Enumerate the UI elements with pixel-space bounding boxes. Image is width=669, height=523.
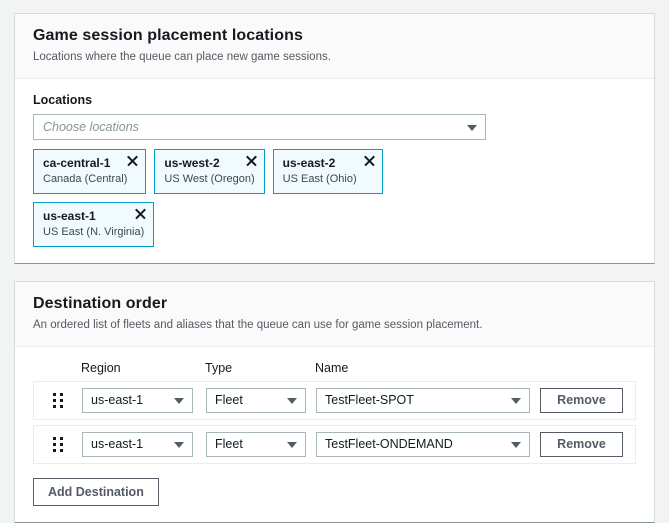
location-token-name: US West (Oregon) [164,173,254,187]
chevron-down-icon [467,125,477,131]
location-token-code: us-west-2 [164,156,254,171]
drag-handle-icon[interactable] [34,393,82,408]
add-destination-button[interactable]: Add Destination [33,478,159,506]
location-token[interactable]: us-east-2 US East (Ohio) [273,149,383,194]
location-token-name: US East (N. Virginia) [43,226,144,240]
location-token-code: us-east-1 [43,209,144,224]
destination-region-value: us-east-1 [91,393,143,407]
locations-field-label: Locations [33,93,636,107]
destination-table-header: Region Type Name [33,361,636,381]
destination-region-value: us-east-1 [91,437,143,451]
location-token-code: us-east-2 [283,156,373,171]
destination-panel-title: Destination order [33,294,636,314]
chevron-down-icon [287,398,297,404]
destination-name-select[interactable]: TestFleet-ONDEMAND [316,432,530,457]
close-icon[interactable] [362,154,376,168]
chevron-down-icon [174,442,184,448]
drag-handle-icon[interactable] [34,437,82,452]
close-icon[interactable] [244,154,258,168]
chevron-down-icon [511,442,521,448]
destination-panel-header: Destination order An ordered list of fle… [15,282,654,347]
column-header-type: Type [205,361,315,375]
column-header-name: Name [315,361,539,375]
chevron-down-icon [511,398,521,404]
location-token[interactable]: us-west-2 US West (Oregon) [154,149,264,194]
destination-name-value: TestFleet-SPOT [325,393,414,407]
locations-panel-body: Locations Choose locations ca-central-1 … [15,79,654,263]
locations-panel-subtitle: Locations where the queue can place new … [33,49,636,65]
destination-name-select[interactable]: TestFleet-SPOT [316,388,530,413]
close-icon[interactable] [125,154,139,168]
destination-type-select[interactable]: Fleet [206,432,306,457]
destination-order-panel: Destination order An ordered list of fle… [14,281,655,523]
column-header-region: Region [81,361,205,375]
locations-panel: Game session placement locations Locatio… [14,13,655,264]
page-title: Game session placement locations [33,26,636,46]
locations-select-placeholder: Choose locations [43,120,139,134]
page-root: Game session placement locations Locatio… [0,0,669,509]
locations-panel-header: Game session placement locations Locatio… [15,14,654,79]
destination-panel-body: Region Type Name us-east-1 Fleet [15,347,654,522]
close-icon[interactable] [133,207,147,221]
remove-destination-button[interactable]: Remove [540,432,623,457]
locations-select[interactable]: Choose locations [33,114,486,140]
chevron-down-icon [174,398,184,404]
location-token-name: US East (Ohio) [283,173,373,187]
destination-type-value: Fleet [215,393,243,407]
chevron-down-icon [287,442,297,448]
location-token-code: ca-central-1 [43,156,136,171]
destination-region-select[interactable]: us-east-1 [82,432,193,457]
location-token[interactable]: us-east-1 US East (N. Virginia) [33,202,154,247]
grip-column-spacer [33,361,81,375]
selected-locations-list: ca-central-1 Canada (Central) us-west-2 … [33,149,383,247]
remove-destination-button[interactable]: Remove [540,388,623,413]
destination-type-value: Fleet [215,437,243,451]
destination-type-select[interactable]: Fleet [206,388,306,413]
table-row: us-east-1 Fleet TestFleet-ONDEMAND Remov… [33,425,636,464]
destination-name-value: TestFleet-ONDEMAND [325,437,453,451]
table-row: us-east-1 Fleet TestFleet-SPOT Remove [33,381,636,420]
location-token[interactable]: ca-central-1 Canada (Central) [33,149,146,194]
destination-region-select[interactable]: us-east-1 [82,388,193,413]
destination-panel-subtitle: An ordered list of fleets and aliases th… [33,317,636,333]
location-token-name: Canada (Central) [43,173,136,187]
